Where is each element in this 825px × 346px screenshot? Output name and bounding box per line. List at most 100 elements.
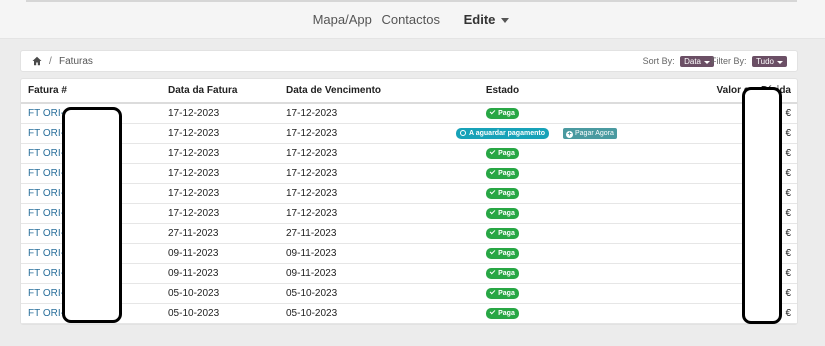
invoice-date: 05-10-2023 — [161, 283, 279, 304]
status-text: Paga — [498, 230, 515, 237]
status-badge-paid: Paga — [486, 108, 519, 120]
caret-down-icon — [777, 60, 783, 64]
status-badge-waiting: A aguardar pagamento — [456, 128, 549, 139]
invoices-card: Fatura # Data da Fatura Data de Vencimen… — [20, 78, 798, 325]
invoice-action — [555, 223, 677, 244]
invoice-date: 17-12-2023 — [161, 103, 279, 124]
table-row: FT ORI-2 05-10-2023 05-10-2023 Paga € — [21, 303, 797, 324]
status-text: Paga — [498, 110, 515, 118]
check-icon — [489, 208, 496, 215]
user-menu-label: Edite — [463, 12, 496, 27]
status-text: Paga — [498, 290, 515, 297]
invoice-date: 05-10-2023 — [161, 303, 279, 324]
invoice-action — [555, 243, 677, 264]
table-row: FT ORI-2 17-12-2023 17-12-2023 Paga € — [21, 183, 797, 204]
status-badge-paid: Paga — [486, 268, 519, 279]
invoice-action — [555, 263, 677, 284]
sort-dropdown[interactable]: Data — [680, 56, 714, 68]
table-row: FT ORI-2 27-11-2023 27-11-2023 Paga € — [21, 223, 797, 244]
invoice-date: 17-12-2023 — [161, 143, 279, 164]
header-estado: Estado — [449, 79, 556, 104]
table-row: FT ORI-2 17-12-2023 17-12-2023 Paga € — [21, 163, 797, 184]
header-action — [555, 79, 677, 104]
invoice-date: 09-11-2023 — [161, 243, 279, 264]
status-text: Paga — [498, 310, 515, 317]
invoice-action — [555, 283, 677, 304]
status-text: Paga — [498, 250, 515, 257]
invoice-due-date: 17-12-2023 — [279, 163, 449, 184]
invoice-status: Paga — [449, 103, 556, 124]
table-row: FT ORI-2 05-10-2023 05-10-2023 Paga € — [21, 283, 797, 304]
invoice-due-date: 09-11-2023 — [279, 243, 449, 264]
user-menu-dropdown[interactable]: Edite — [461, 12, 513, 27]
nav-link-mapa-app[interactable]: Mapa/App — [313, 12, 372, 27]
invoice-due-date: 17-12-2023 — [279, 123, 449, 144]
invoice-due-date: 27-11-2023 — [279, 223, 449, 244]
invoice-status: Paga — [449, 183, 556, 204]
filter-dropdown[interactable]: Tudo — [752, 56, 787, 68]
filter-label: Filter By: — [711, 56, 747, 66]
invoice-status: Paga — [449, 243, 556, 264]
status-badge-paid: Paga — [486, 208, 519, 219]
invoice-action — [555, 183, 677, 204]
invoice-action — [555, 203, 677, 224]
table-row: FT ORI-2 17-12-2023 17-12-2023 Paga € — [21, 103, 797, 124]
header-data-fatura: Data da Fatura — [161, 79, 279, 104]
status-text: Paga — [498, 170, 515, 177]
check-icon — [489, 108, 496, 115]
status-text: Paga — [498, 190, 515, 197]
pay-now-label: Pagar Agora — [574, 130, 614, 137]
check-icon — [489, 248, 496, 255]
nav-link-contactos[interactable]: Contactos — [381, 12, 440, 27]
check-icon — [489, 148, 496, 155]
table-row: FT ORI-2 17-12-2023 17-12-2023 Paga € — [21, 143, 797, 164]
header-fatura: Fatura # — [21, 79, 161, 104]
pay-now-button[interactable]: + Pagar Agora — [562, 128, 617, 139]
invoice-date: 17-12-2023 — [161, 183, 279, 204]
invoice-due-date: 17-12-2023 — [279, 143, 449, 164]
status-text: Paga — [498, 270, 515, 277]
sort-value: Data — [684, 57, 701, 67]
table-row: FT ORI-2 09-11-2023 09-11-2023 Paga € — [21, 263, 797, 284]
redaction-marker — [742, 87, 782, 324]
status-text: Paga — [498, 150, 515, 157]
invoice-date: 17-12-2023 — [161, 203, 279, 224]
status-badge-paid: Paga — [486, 188, 519, 199]
invoice-status: Paga — [449, 303, 556, 324]
status-badge-paid: Paga — [486, 168, 519, 179]
header-data-vencimento: Data de Vencimento — [279, 79, 449, 104]
table-row: FT ORI-2 17-12-2023 17-12-2023 Paga € — [21, 203, 797, 224]
invoices-table: Fatura # Data da Fatura Data de Vencimen… — [21, 79, 797, 324]
invoice-action — [555, 143, 677, 164]
invoice-due-date: 09-11-2023 — [279, 263, 449, 284]
invoice-due-date: 17-12-2023 — [279, 103, 449, 124]
invoice-action: + Pagar Agora — [555, 123, 677, 144]
status-badge-paid: Paga — [486, 288, 519, 299]
invoice-due-date: 05-10-2023 — [279, 283, 449, 304]
status-badge-paid: Paga — [486, 308, 519, 319]
invoice-date: 09-11-2023 — [161, 263, 279, 284]
check-icon — [489, 268, 496, 275]
caret-down-icon — [704, 60, 710, 64]
check-icon — [489, 228, 496, 235]
sort-label: Sort By: — [642, 56, 675, 66]
status-badge-paid: Paga — [486, 228, 519, 239]
breadcrumb-separator: / — [49, 56, 52, 67]
invoice-action — [555, 303, 677, 324]
nav-links: Mapa/App Contactos Edite — [0, 12, 825, 27]
invoice-status: Paga — [449, 223, 556, 244]
invoice-due-date: 05-10-2023 — [279, 303, 449, 324]
top-navbar: Mapa/App Contactos Edite — [0, 0, 825, 39]
check-icon — [489, 168, 496, 175]
plus-circle-icon: + — [565, 131, 573, 138]
status-badge-paid: Paga — [486, 148, 519, 159]
status-text: A aguardar pagamento — [469, 130, 545, 137]
status-text: Paga — [498, 210, 515, 217]
clock-icon — [460, 130, 466, 136]
check-icon — [489, 308, 496, 315]
invoice-status: A aguardar pagamento — [449, 123, 556, 144]
status-badge-paid: Paga — [486, 248, 519, 259]
invoice-status: Paga — [449, 283, 556, 304]
home-icon[interactable] — [32, 56, 42, 66]
redaction-marker — [62, 107, 122, 323]
